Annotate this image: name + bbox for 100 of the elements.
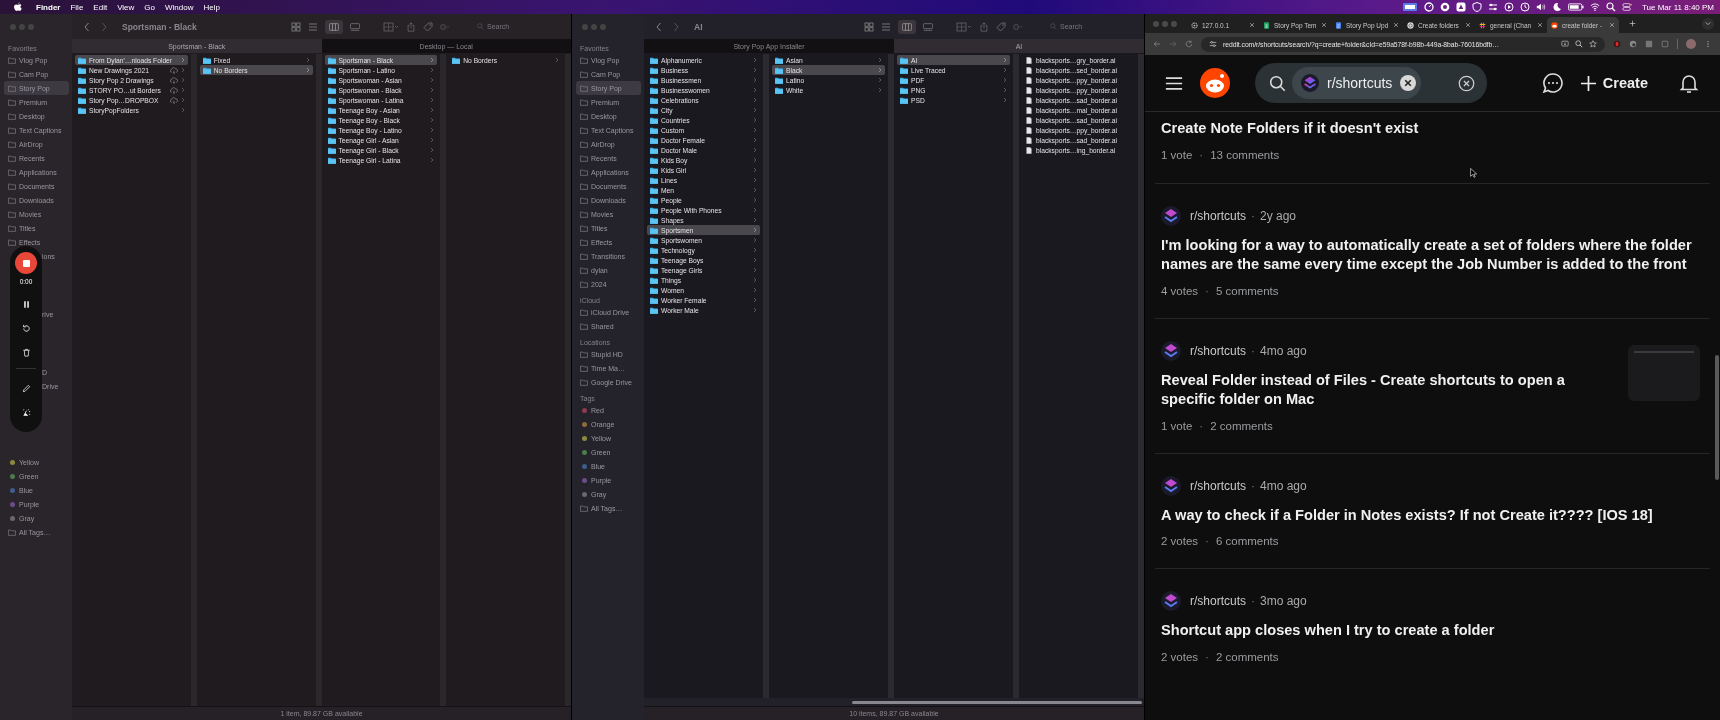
profile-avatar[interactable] [1686,39,1696,49]
community-name[interactable]: r/shortcuts [1190,343,1246,358]
reload-icon[interactable] [1185,40,1193,48]
forward-icon[interactable] [671,21,681,32]
menu-bar-clock[interactable]: Tue Mar 11 8:40 PM [1641,2,1714,12]
sliders-icon[interactable] [1487,2,1498,12]
cloud-download-icon[interactable] [169,86,178,94]
control-center-icon[interactable] [1621,2,1632,12]
search-result[interactable]: r/shortcuts · 3mo ago Shortcut app closes when I try to create a folder 2 votes · 2 comments [1145,569,1720,684]
sparkle-icon[interactable] [21,408,31,417]
create-button[interactable]: Create [1575,68,1652,98]
speaker-icon[interactable] [1535,2,1546,12]
community-name[interactable]: r/shortcuts [1190,208,1246,223]
site-settings-icon[interactable] [1209,40,1217,48]
scrollbar[interactable] [1715,355,1719,480]
post-title[interactable]: Shortcut app closes when I try to create a folder [1161,621,1700,641]
menu-item[interactable]: Go [144,2,155,12]
close-icon[interactable] [1609,22,1615,28]
clear-icon[interactable] [1458,74,1475,92]
menu-item[interactable]: Edit [93,2,108,12]
extension-icon[interactable] [1613,40,1621,48]
close-icon[interactable] [1465,22,1471,28]
puzzle-icon[interactable] [1661,40,1669,48]
menu-item[interactable]: Help [203,2,220,12]
kebab-menu-icon[interactable] [1704,40,1712,48]
battery-icon[interactable] [1567,2,1584,12]
alien-icon [1551,21,1558,29]
search-field[interactable]: r/shortcuts [1255,63,1487,103]
menu-item[interactable]: View [117,2,135,12]
close-icon[interactable] [1249,22,1255,28]
close-icon[interactable] [1321,22,1327,28]
community-name[interactable]: r/shortcuts [1190,478,1246,493]
folder-icon [775,56,783,64]
back-icon[interactable] [654,21,664,32]
folder-icon [650,136,658,144]
menu-icon[interactable] [1165,75,1183,91]
record-icon[interactable] [1439,2,1450,12]
zoom-button[interactable] [1171,20,1177,27]
cloud-download-icon[interactable] [169,66,178,74]
pencil-icon[interactable] [21,384,31,393]
close-button[interactable] [1153,20,1159,27]
play-icon[interactable] [1503,2,1514,12]
comment-count: 13 comments [1210,148,1280,161]
icon-view-icon[interactable] [291,21,301,32]
cloud-download-icon[interactable] [169,76,178,84]
back-icon[interactable] [82,21,92,32]
post-title[interactable]: Create Note Folders if it doesn't exist [1161,119,1700,139]
minimize-button[interactable] [1162,20,1168,27]
community-name[interactable]: r/shortcuts [1190,594,1246,608]
search-result[interactable]: Create Note Folders if it doesn't exist 1 vote · 13 comments [1145,112,1720,183]
column-view-button[interactable] [898,19,916,34]
zoom-icon[interactable] [1575,40,1583,48]
search-result[interactable]: r/shortcuts · 4mo ago Reveal Folder instead of Files - Create shortcuts to open a specific folder on Mac 1 vote · 2 comments [1145,318,1720,453]
clock-icon[interactable] [1519,2,1530,12]
back-icon[interactable] [1153,40,1161,48]
remove-icon[interactable] [1400,75,1417,91]
shield-icon[interactable] [1471,2,1482,12]
close-icon[interactable] [1393,22,1399,28]
restart-icon[interactable] [21,324,31,333]
pause-icon[interactable] [21,300,31,309]
separator-dot: · [1205,650,1209,663]
alien-logo-icon[interactable] [1199,67,1231,99]
tag-icon[interactable] [996,21,1006,32]
post-title[interactable]: Reveal Folder instead of Files - Create shortcuts to open a specific folder on Mac [1161,370,1614,410]
app-menu[interactable]: Finder [36,2,61,12]
group-icon[interactable] [383,21,399,32]
share-icon[interactable] [406,21,416,32]
gallery-view-icon[interactable] [923,21,933,32]
gauge-icon[interactable] [1423,2,1434,12]
triangle-icon[interactable] [1455,2,1466,12]
scrollbar[interactable] [852,700,1142,704]
trash-icon[interactable] [21,348,31,357]
search-result[interactable]: r/shortcuts · 4mo ago A way to check if a Folder in Notes exists? If not Create it???? [IOS 18] 2 votes · 6 comments [1145,453,1720,568]
column-view-button[interactable] [325,19,343,34]
tag-icon[interactable] [423,21,433,32]
post-title[interactable]: A way to check if a Folder in Notes exists? If not Create it???? [IOS 18] [1161,505,1700,525]
post-title[interactable]: I'm looking for a way to automatically create a set of folders where the folder names are the same every time except the Job Number is added to the front [1161,235,1700,275]
share-icon[interactable] [979,21,989,32]
install-icon[interactable] [1561,40,1569,48]
community-filter-chip[interactable]: r/shortcuts [1292,67,1422,99]
bell-icon[interactable] [1678,72,1700,94]
wifi-icon[interactable] [1589,2,1600,12]
comment-count: 5 comments [1215,284,1279,297]
cloud-download-icon[interactable] [169,96,178,104]
tab-search-button[interactable] [1702,17,1714,30]
bookmark-star-icon[interactable] [1589,40,1597,48]
menu-item[interactable]: Window [165,2,194,12]
close-icon[interactable] [1537,22,1543,28]
search-icon[interactable] [1605,2,1616,12]
new-tab-icon[interactable] [1629,20,1636,27]
stop-button[interactable] [15,252,37,274]
search-result[interactable]: r/shortcuts · 2y ago I'm looking for a way to automatically create a set of folders where the folder names are the same every time except the Job Number is added to the front 4 votes · 5 comments [1145,183,1720,318]
menu-item[interactable]: File [70,2,84,12]
apple-logo-icon[interactable] [14,2,22,12]
icon-view-icon[interactable] [864,21,874,32]
gallery-view-icon[interactable] [350,21,360,32]
moon-icon[interactable] [1551,2,1562,12]
display-icon[interactable] [1401,2,1418,12]
group-icon[interactable] [956,21,972,32]
chat-icon[interactable] [1541,72,1564,94]
